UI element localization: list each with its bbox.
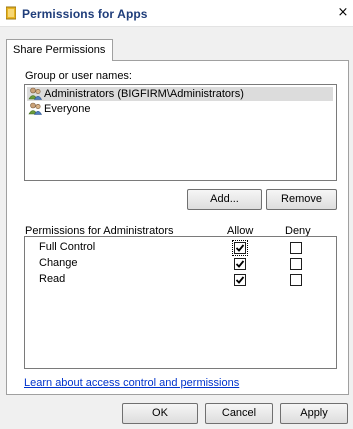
allow-checkbox[interactable] [234, 258, 246, 270]
checkmark-icon [235, 244, 245, 252]
user-name: Administrators (BIGFIRM\Administrators) [44, 88, 244, 100]
user-group-icon [28, 102, 42, 115]
list-item[interactable]: Everyone [27, 102, 333, 116]
user-name: Everyone [44, 103, 91, 115]
deny-checkbox[interactable] [290, 274, 302, 286]
permission-row-full-control: Full Control [25, 240, 336, 256]
allow-checkbox[interactable] [234, 274, 246, 286]
checkmark-icon [235, 260, 245, 268]
permissions-list: Full Control Change Read [24, 236, 337, 369]
permission-name: Change [39, 257, 78, 269]
help-link[interactable]: Learn about access control and permissio… [24, 377, 239, 389]
permission-row-change: Change [25, 256, 336, 272]
deny-checkbox[interactable] [290, 258, 302, 270]
list-item[interactable]: Administrators (BIGFIRM\Administrators) [27, 87, 333, 101]
cancel-button[interactable]: Cancel [205, 403, 273, 424]
window-title: Permissions for Apps [22, 7, 148, 21]
remove-button[interactable]: Remove [266, 189, 337, 210]
close-button[interactable]: × [336, 5, 350, 21]
apply-button[interactable]: Apply [280, 403, 348, 424]
title-bar: Permissions for Apps × [0, 0, 353, 27]
permission-name: Full Control [39, 241, 96, 253]
ok-button[interactable]: OK [122, 403, 198, 424]
group-names-label: Group or user names: [25, 70, 132, 82]
folder-share-icon [6, 6, 16, 20]
add-button[interactable]: Add... [187, 189, 262, 210]
permission-name: Read [39, 273, 66, 285]
deny-checkbox[interactable] [290, 242, 302, 254]
user-group-icon [28, 87, 42, 100]
tab-share-permissions[interactable]: Share Permissions [6, 39, 113, 61]
permissions-dialog: Permissions for Apps × Share Permissions… [0, 0, 353, 429]
permission-row-read: Read [25, 272, 336, 288]
checkmark-icon [235, 276, 245, 284]
allow-checkbox[interactable] [232, 240, 248, 256]
user-list[interactable]: Administrators (BIGFIRM\Administrators) … [24, 84, 337, 181]
